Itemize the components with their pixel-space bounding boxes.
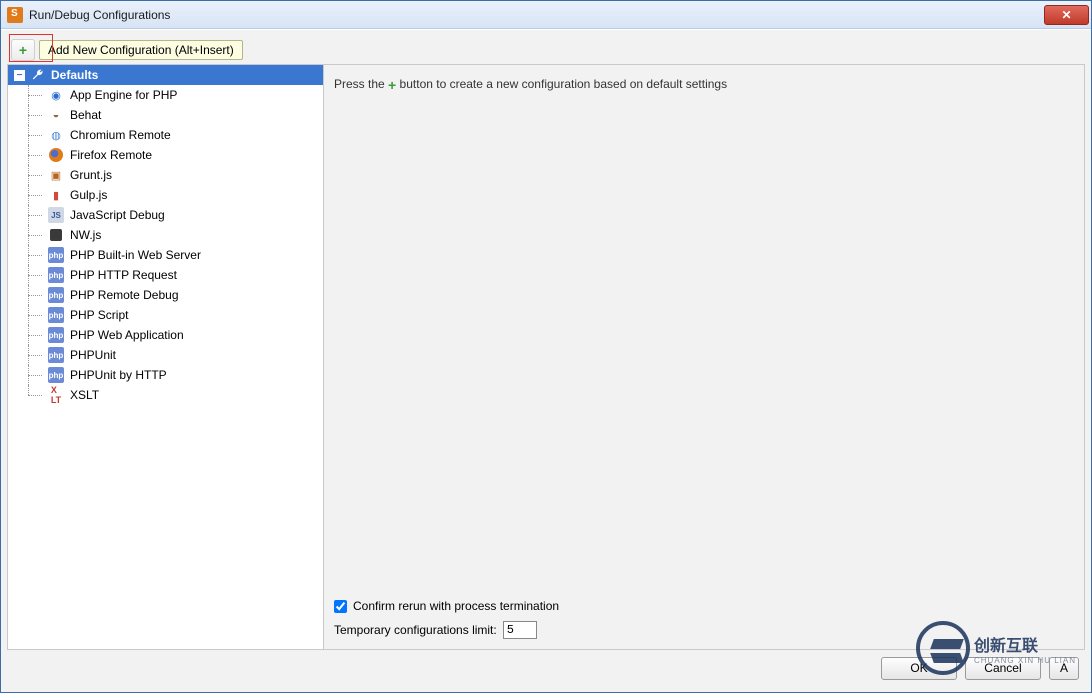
php-icon: php [48,367,64,383]
tree-item-label: NW.js [70,228,101,242]
tree-item[interactable]: JS JavaScript Debug [8,205,323,225]
hint-text: Press the + button to create a new confi… [324,65,1084,104]
plus-icon: + [388,78,396,92]
collapse-icon[interactable]: − [14,70,25,81]
tree-item-label: XSLT [70,388,99,402]
confirm-rerun-row: Confirm rerun with process termination [324,595,1084,617]
tree-root-label: Defaults [51,68,98,82]
dialog-body: + Add New Configuration (Alt+Insert) − D… [1,29,1091,692]
tree-root-defaults[interactable]: − Defaults [8,65,323,85]
tree-item-label: PHPUnit [70,348,116,362]
tree-item[interactable]: ◍ Chromium Remote [8,125,323,145]
wrench-icon [31,68,45,82]
ok-button[interactable]: OK [881,657,957,680]
split-pane: − Defaults ◉ App Engine for PHP ◒ Behat ◍ Chr… [7,64,1085,650]
hint-pre: Press the [334,77,388,91]
jsdebug-icon: JS [48,207,64,223]
php-icon: php [48,307,64,323]
tree-item[interactable]: Firefox Remote [8,145,323,165]
php-icon: php [48,347,64,363]
tree-item[interactable]: php PHP Web Application [8,325,323,345]
tree-item[interactable]: ◉ App Engine for PHP [8,85,323,105]
nw-icon [48,227,64,243]
tree-item-label: PHP Script [70,308,128,322]
tree-item-label: PHP Built-in Web Server [70,248,201,262]
tree-item-label: PHP Web Application [70,328,184,342]
app-icon [7,7,23,23]
tree-item-label: Grunt.js [70,168,112,182]
behat-icon: ◒ [48,107,64,123]
tree-item-label: App Engine for PHP [70,88,177,102]
firefox-icon [48,147,64,163]
add-tooltip: Add New Configuration (Alt+Insert) [39,40,243,60]
cancel-button[interactable]: Cancel [965,657,1041,680]
tree-item-label: JavaScript Debug [70,208,165,222]
gulp-icon: ▮ [48,187,64,203]
appengine-icon: ◉ [48,87,64,103]
apply-button[interactable]: A [1049,657,1079,680]
tree-item[interactable]: php PHPUnit by HTTP [8,365,323,385]
tree-item-label: Gulp.js [70,188,107,202]
toolbar: + Add New Configuration (Alt+Insert) [7,36,1085,64]
php-icon: php [48,327,64,343]
configuration-tree: − Defaults ◉ App Engine for PHP ◒ Behat ◍ Chr… [8,65,323,405]
tree-item[interactable]: php PHP Remote Debug [8,285,323,305]
php-icon: php [48,267,64,283]
tree-item[interactable]: ▣ Grunt.js [8,165,323,185]
dialog-window: Run/Debug Configurations ✕ + Add New Con… [0,0,1092,693]
chromium-icon: ◍ [48,127,64,143]
tree-item[interactable]: ◒ Behat [8,105,323,125]
confirm-rerun-checkbox[interactable] [334,600,347,613]
confirm-rerun-label: Confirm rerun with process termination [353,599,559,613]
temp-limit-row: Temporary configurations limit: [324,617,1084,649]
close-icon: ✕ [1061,8,1071,22]
xslt-icon: XLT [48,387,64,403]
window-title: Run/Debug Configurations [29,8,1044,22]
tree-item[interactable]: php PHPUnit [8,345,323,365]
plus-icon: + [19,43,27,57]
php-icon: php [48,287,64,303]
spacer [324,104,1084,595]
configuration-tree-panel: − Defaults ◉ App Engine for PHP ◒ Behat ◍ Chr… [8,65,324,649]
details-panel: Press the + button to create a new confi… [324,65,1084,649]
tree-item[interactable]: php PHP Script [8,305,323,325]
tree-item-label: Firefox Remote [70,148,152,162]
titlebar: Run/Debug Configurations ✕ [1,1,1091,29]
temp-limit-label: Temporary configurations limit: [334,623,497,637]
tree-item-label: PHP Remote Debug [70,288,179,302]
grunt-icon: ▣ [48,167,64,183]
hint-post: button to create a new configuration bas… [396,77,727,91]
php-icon: php [48,247,64,263]
close-button[interactable]: ✕ [1044,5,1089,25]
temp-limit-input[interactable] [503,621,537,639]
tree-item-label: Behat [70,108,101,122]
tree-item[interactable]: php PHP Built-in Web Server [8,245,323,265]
tree-item-label: PHP HTTP Request [70,268,177,282]
tree-item[interactable]: php PHP HTTP Request [8,265,323,285]
tree-items: ◉ App Engine for PHP ◒ Behat ◍ Chromium Remot… [8,85,323,405]
tree-item[interactable]: XLT XSLT [8,385,323,405]
tree-item-label: PHPUnit by HTTP [70,368,167,382]
add-configuration-button[interactable]: + [11,39,35,61]
tree-item[interactable]: ▮ Gulp.js [8,185,323,205]
tree-item[interactable]: NW.js [8,225,323,245]
dialog-buttons: OK Cancel A [7,650,1085,686]
tree-item-label: Chromium Remote [70,128,171,142]
